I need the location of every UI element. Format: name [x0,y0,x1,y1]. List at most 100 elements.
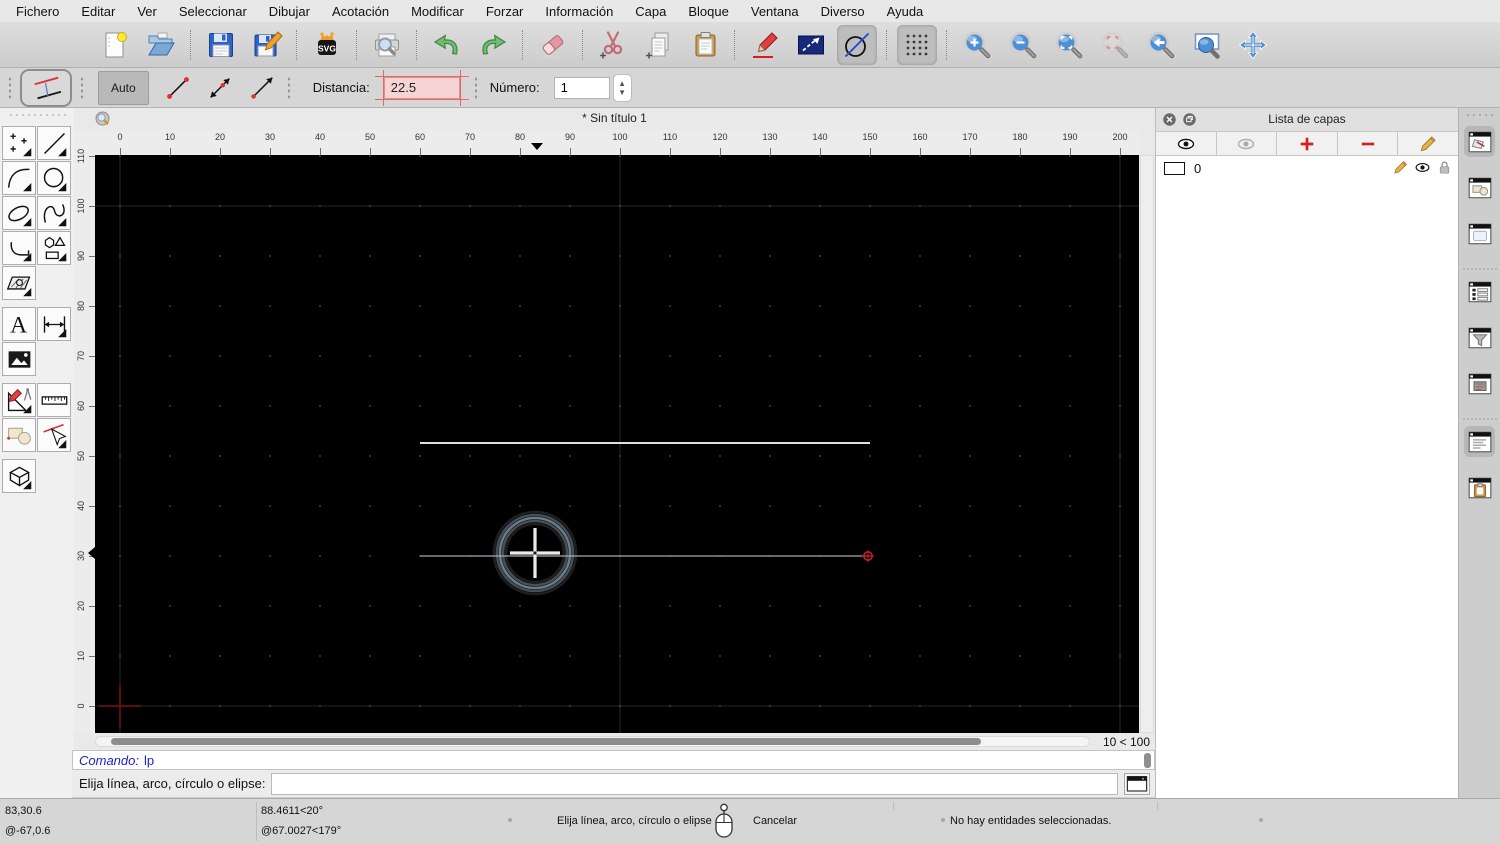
polygon-tool-button[interactable] [37,231,71,265]
number-stepper[interactable]: ▲ ▼ [612,73,632,102]
drawing-tools-window-button[interactable] [1464,126,1495,157]
edit-layer-button[interactable] [1398,132,1458,155]
zoom-window-button[interactable] [1187,25,1227,65]
zoom-previous-button[interactable] [1141,25,1181,65]
save-as-button[interactable] [247,25,287,65]
undo-button[interactable] [427,25,467,65]
grid-button[interactable] [897,24,937,65]
menu-item-forzar[interactable]: Forzar [475,4,535,19]
cut-button[interactable] [593,25,633,65]
command-history-scrollbar[interactable] [1144,753,1151,768]
block-tool-button[interactable] [2,459,36,493]
dimension-tool-button[interactable] [37,307,71,341]
show-all-layers-button[interactable] [1156,132,1217,155]
zoom-out-button[interactable] [1003,25,1043,65]
draw-pen-button[interactable] [745,25,785,65]
toolbar-separator [296,29,298,60]
ellipse-tool-button[interactable] [2,196,36,230]
stepper-down-icon[interactable]: ▼ [618,88,626,97]
auto-snap-button[interactable]: Auto [98,70,149,105]
select-window-icon [798,35,824,54]
menu-item-ventana[interactable]: Ventana [740,4,810,19]
polyline-tool-button[interactable] [2,231,36,265]
menu-item-acotacin[interactable]: Acotación [321,4,400,19]
filter-window-button[interactable] [1464,322,1495,353]
draft-mode-button[interactable] [837,24,877,65]
open-file-button[interactable] [141,25,181,65]
library-window-button[interactable] [1464,218,1495,249]
clipboard-window-button[interactable] [1464,472,1495,503]
block-window-button[interactable] [1464,172,1495,203]
paste-button[interactable] [685,25,725,65]
menu-item-informacin[interactable]: Información [534,4,624,19]
edit-layer-icon[interactable] [1392,159,1409,176]
layer-list-window-button[interactable] [1464,276,1495,307]
toolbar-grip[interactable] [80,75,84,100]
stepper-up-icon[interactable]: ▲ [618,79,626,88]
vertical-scrollbar[interactable] [1140,155,1154,733]
select-window-button[interactable] [791,25,831,65]
points-tool-button[interactable] [2,126,36,160]
toolbar-grip[interactable] [286,75,291,100]
redo-button[interactable] [473,25,513,65]
menu-item-diverso[interactable]: Diverso [810,4,876,19]
command-input[interactable] [271,772,1118,795]
drawing-canvas[interactable] [95,155,1139,733]
save-button[interactable] [201,25,241,65]
circle-tool-button[interactable] [37,161,71,195]
copy-button[interactable] [639,25,679,65]
hatch-tool-button[interactable] [2,266,36,300]
menu-item-editar[interactable]: Editar [70,4,126,19]
remove-layer-button[interactable] [1338,132,1399,155]
menu-item-modificar[interactable]: Modificar [400,4,475,19]
toolbar-grip[interactable] [8,75,12,100]
horizontal-scrollbar-thumb[interactable] [111,738,981,745]
keycode-mode-button[interactable] [1124,772,1150,795]
modify-tool-button[interactable] [2,383,36,417]
line-arrow-button[interactable] [241,71,283,105]
measure-tool-button[interactable] [37,383,71,417]
info-tool-button[interactable] [2,418,36,452]
image-tool-button[interactable] [2,342,36,376]
line-endpoints-button[interactable] [157,71,199,105]
eraser-button[interactable] [533,25,573,65]
select-tool-button[interactable] [37,418,71,452]
svg-export-button[interactable]: SVG [307,25,347,65]
layer-list-window-icon [1468,281,1491,302]
layer-row[interactable]: 0 [1156,156,1458,181]
plugin-window-button[interactable] [1464,368,1495,399]
arc-tool-button[interactable] [2,161,36,195]
spline-tool-button[interactable] [37,196,71,230]
text-tool-button[interactable]: A [2,307,36,341]
horizontal-scrollbar[interactable] [95,736,1090,747]
add-layer-button[interactable] [1277,132,1338,155]
command-history[interactable]: Comando: lp [72,750,1155,770]
dock-grip[interactable] [1465,113,1495,117]
layer-lock-icon[interactable] [1436,159,1453,176]
palette-grip[interactable] [8,113,66,117]
zoom-auto-button[interactable] [1049,25,1089,65]
parallel-tool-button[interactable] [20,68,72,107]
menu-item-seleccionar[interactable]: Seleccionar [168,4,258,19]
tool-options-toolbar: Auto Distancia: Número: ▲▼ [0,68,1500,108]
zoom-pan-icon [1238,30,1268,59]
number-input[interactable] [553,76,610,99]
print-preview-button[interactable] [367,25,407,65]
toolbar-grip[interactable] [473,75,478,100]
menu-item-fichero[interactable]: Fichero [5,4,70,19]
menu-item-ver[interactable]: Ver [126,4,168,19]
hide-all-layers-button[interactable] [1217,132,1278,155]
crop-mark [374,75,469,77]
line-both-arrows-button[interactable] [199,71,241,105]
menu-item-dibujar[interactable]: Dibujar [258,4,321,19]
zoom-in-button[interactable] [957,25,997,65]
distance-input[interactable] [383,76,460,99]
menu-item-capa[interactable]: Capa [624,4,677,19]
menu-item-ayuda[interactable]: Ayuda [876,4,935,19]
command-window-button[interactable] [1464,426,1495,457]
new-file-button[interactable] [95,25,135,65]
zoom-pan-button[interactable] [1233,25,1273,65]
line-tool-button[interactable] [37,126,71,160]
layer-visibility-icon[interactable] [1414,159,1431,176]
menu-item-bloque[interactable]: Bloque [677,4,739,19]
